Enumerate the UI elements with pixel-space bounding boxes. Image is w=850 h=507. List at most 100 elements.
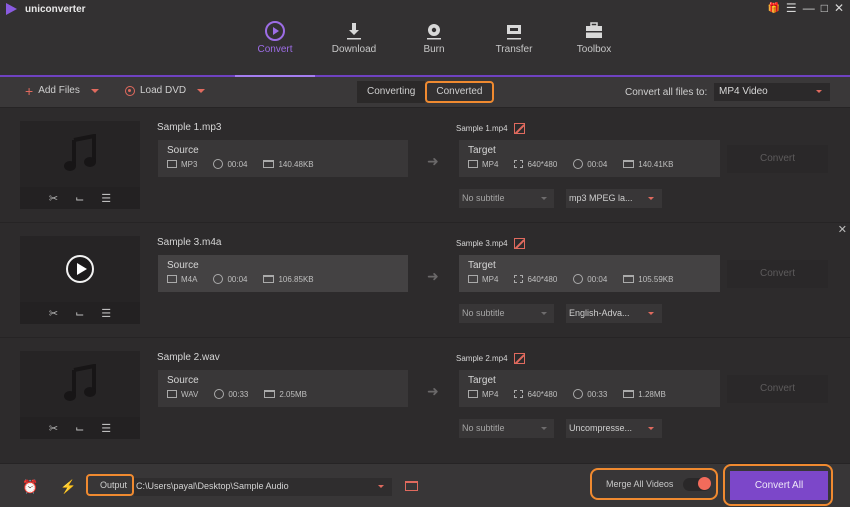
subtitle-select[interactable]: No subtitle: [459, 189, 554, 208]
dvd-icon: [125, 85, 135, 96]
arrow-right-icon: ➜: [427, 383, 439, 399]
load-dvd-button[interactable]: Load DVD: [125, 85, 206, 96]
target-info[interactable]: Target MP4 640*480 00:04 140.41KB: [459, 140, 720, 177]
convert-all-button[interactable]: Convert All: [730, 471, 828, 500]
target-resolution: 640*480: [527, 389, 558, 399]
source-duration: 00:04: [227, 274, 248, 284]
edit-icon[interactable]: [513, 123, 525, 134]
output-format-select[interactable]: MP4 Video: [714, 83, 830, 101]
resolution-icon: [514, 275, 524, 283]
file-thumbnail[interactable]: ✂ ⌙ ☰: [20, 236, 140, 324]
nav-transfer[interactable]: Transfer: [474, 18, 554, 55]
convert-button[interactable]: Convert: [727, 260, 828, 288]
crop-icon[interactable]: ⌙: [75, 422, 84, 435]
nav-convert[interactable]: Convert: [235, 18, 315, 55]
source-duration: 00:33: [228, 389, 249, 399]
title-bar: uniconverter 🎁 ☰ — □ ✕ Convert Download: [0, 0, 850, 77]
edit-icon[interactable]: [513, 353, 525, 364]
lightning-icon[interactable]: ⚡: [60, 479, 76, 495]
gift-icon[interactable]: 🎁: [767, 3, 779, 14]
nav-convert-label: Convert: [257, 44, 293, 55]
target-file-name: Sample 2.mp4: [456, 354, 508, 363]
tab-converting[interactable]: Converting: [357, 81, 426, 103]
subtitle-select[interactable]: No subtitle: [459, 419, 554, 438]
app-logo: uniconverter: [6, 3, 86, 15]
chevron-down-icon: [648, 312, 654, 315]
chevron-down-icon: [541, 427, 547, 430]
subtitle-value: No subtitle: [462, 193, 505, 203]
trim-icon[interactable]: ✂: [49, 307, 58, 320]
target-size: 1.28MB: [638, 389, 666, 399]
output-path-select[interactable]: C:\Users\payal\Desktop\Sample Audio: [134, 478, 392, 496]
tab-converted[interactable]: Converted: [425, 81, 494, 103]
play-icon[interactable]: [66, 255, 94, 283]
source-file-name: Sample 1.mp3: [157, 122, 222, 133]
audio-track-value: English-Adva...: [569, 308, 630, 318]
nav-download[interactable]: Download: [314, 18, 394, 55]
open-folder-icon[interactable]: [405, 481, 418, 491]
thumbnail-tools: ✂ ⌙ ☰: [20, 302, 140, 324]
chevron-down-icon: [378, 485, 384, 488]
film-icon: [468, 275, 478, 283]
source-file-name: Sample 3.m4a: [157, 237, 222, 248]
effects-icon[interactable]: ☰: [101, 192, 111, 205]
close-icon[interactable]: ✕: [834, 1, 844, 15]
download-icon: [314, 18, 394, 44]
target-size: 105.59KB: [638, 274, 674, 284]
clock-icon: [213, 159, 224, 169]
file-thumbnail[interactable]: ✂ ⌙ ☰: [20, 121, 140, 209]
target-file-name: Sample 3.mp4: [456, 239, 508, 248]
target-title: Target: [468, 260, 496, 271]
maximize-icon[interactable]: □: [821, 1, 828, 15]
source-format: WAV: [181, 389, 199, 399]
file-row: ✂ ⌙ ☰ Sample 1.mp3 Source MP3 00:04 140.…: [0, 109, 850, 223]
crop-icon[interactable]: ⌙: [75, 192, 84, 205]
menu-icon[interactable]: ☰: [786, 1, 797, 15]
merge-all-videos: Merge All Videos: [590, 468, 718, 500]
logo-icon: [6, 3, 17, 15]
add-files-button[interactable]: + Add Files: [25, 84, 99, 98]
minimize-icon[interactable]: —: [803, 1, 815, 15]
audio-track-value: mp3 MPEG la...: [569, 193, 633, 203]
remove-file-icon[interactable]: ✕: [838, 223, 847, 236]
chevron-down-icon[interactable]: [197, 88, 206, 93]
target-info[interactable]: Target MP4 640*480 00:33 1.28MB: [459, 370, 720, 407]
folder-icon: [623, 275, 635, 283]
merge-label: Merge All Videos: [606, 479, 674, 489]
effects-icon[interactable]: ☰: [101, 422, 111, 435]
nav-toolbox[interactable]: Toolbox: [554, 18, 634, 55]
subtitle-select[interactable]: No subtitle: [459, 304, 554, 323]
target-format: MP4: [482, 159, 499, 169]
trim-icon[interactable]: ✂: [49, 192, 58, 205]
audio-track-select[interactable]: English-Adva...: [566, 304, 662, 323]
target-info[interactable]: Target MP4 640*480 00:04 105.59KB: [459, 255, 720, 292]
status-tabs: Converting Converted: [357, 81, 494, 103]
convert-button[interactable]: Convert: [727, 145, 828, 173]
source-duration: 00:04: [227, 159, 248, 169]
target-title: Target: [468, 375, 496, 386]
clock-icon: [213, 274, 224, 284]
trim-icon[interactable]: ✂: [49, 422, 58, 435]
edit-icon[interactable]: [513, 238, 525, 249]
main-nav: Convert Download Burn Transfer Toolbox: [235, 18, 634, 55]
source-format: MP3: [181, 159, 198, 169]
target-name-row: Sample 2.mp4: [456, 353, 525, 364]
alarm-clock-icon[interactable]: ⏰: [22, 479, 38, 495]
audio-track-select[interactable]: mp3 MPEG la...: [566, 189, 662, 208]
crop-icon[interactable]: ⌙: [75, 307, 84, 320]
nav-burn[interactable]: Burn: [394, 18, 474, 55]
file-thumbnail[interactable]: ✂ ⌙ ☰: [20, 351, 140, 439]
effects-icon[interactable]: ☰: [101, 307, 111, 320]
merge-toggle[interactable]: [683, 476, 712, 491]
window-controls: 🎁 ☰ — □ ✕: [767, 1, 844, 15]
thumbnail-tools: ✂ ⌙ ☰: [20, 417, 140, 439]
convert-button[interactable]: Convert: [727, 375, 828, 403]
film-icon: [167, 160, 177, 168]
chevron-down-icon[interactable]: [90, 88, 99, 93]
source-size: 140.48KB: [278, 159, 314, 169]
subtitle-value: No subtitle: [462, 308, 505, 318]
file-row: ✕ ✂ ⌙ ☰ Sample 3.m4a Source M4A 00:04 10…: [0, 224, 850, 338]
folder-icon: [263, 275, 275, 283]
audio-track-select[interactable]: Uncompresse...: [566, 419, 662, 438]
film-icon: [468, 160, 478, 168]
